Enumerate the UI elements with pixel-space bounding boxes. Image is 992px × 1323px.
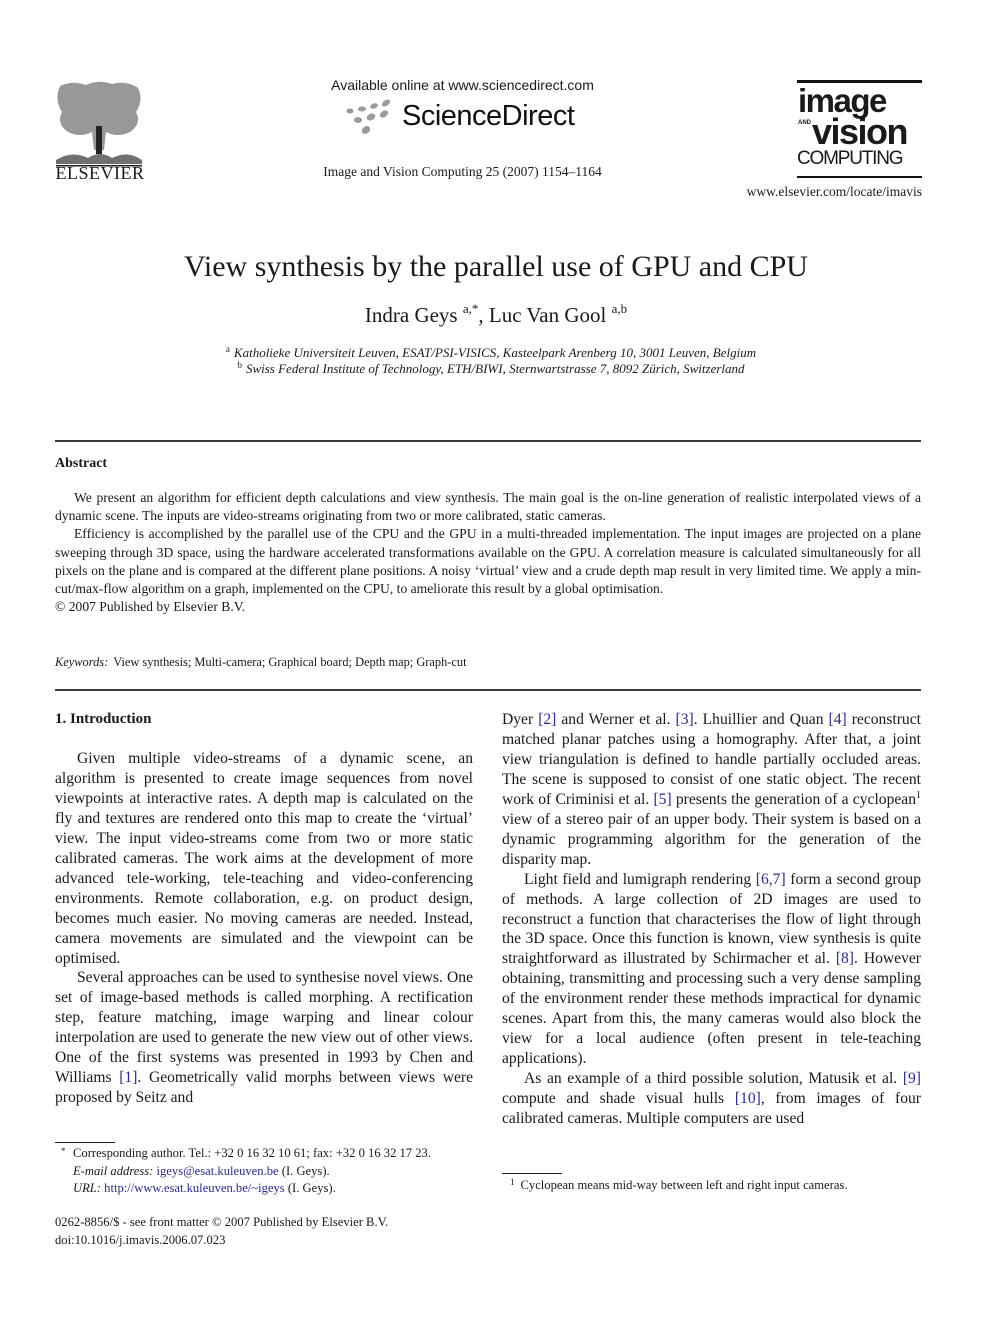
left-column: Given multiple video-streams of a dynami… bbox=[55, 749, 473, 1108]
author-name: Luc Van Gool bbox=[488, 303, 607, 327]
author-separator: , bbox=[478, 303, 489, 327]
abstract-paragraph: Efficiency is accomplished by the parall… bbox=[55, 526, 921, 597]
footnote-line: URL: http://www.esat.kuleuven.be/~igeys … bbox=[55, 1180, 485, 1198]
email-suffix: (I. Geys). bbox=[278, 1163, 330, 1178]
author-list: Indra Geys a,*, Luc Van Gool a,b bbox=[0, 301, 992, 328]
url-suffix: (I. Geys). bbox=[284, 1181, 336, 1195]
keywords-label: Keywords: bbox=[55, 655, 109, 669]
body-paragraph: Several approaches can be used to synthe… bbox=[55, 968, 473, 1108]
sciencedirect-wordmark: ScienceDirect bbox=[402, 100, 575, 132]
author-affiliation-marks[interactable]: a,* bbox=[463, 301, 479, 316]
email-link[interactable]: igeys@esat.kuleuven.be bbox=[157, 1164, 279, 1178]
body-text: and Werner et al. bbox=[556, 711, 676, 728]
footnote-text: Cyclopean means mid-way between left and… bbox=[520, 1178, 848, 1192]
body-text: Light field and lumigraph rendering bbox=[524, 870, 756, 888]
citation-link[interactable]: [3] bbox=[676, 711, 694, 728]
front-matter: 0262-8856/$ - see front matter © 2007 Pu… bbox=[55, 1214, 388, 1249]
body-text: view of a stereo pair of an upper body. … bbox=[502, 810, 921, 868]
keywords-list: View synthesis; Multi-camera; Graphical … bbox=[113, 655, 467, 669]
divider bbox=[55, 689, 921, 691]
available-online-text: Available online at www.sciencedirect.co… bbox=[331, 77, 594, 93]
footnote-line: * Corresponding author. Tel.: +32 0 16 32… bbox=[55, 1145, 485, 1163]
affiliation-mark: a bbox=[225, 344, 230, 354]
footnote-mark-link[interactable]: 1 bbox=[916, 790, 921, 801]
body-paragraph: As an example of a third possible soluti… bbox=[502, 1069, 921, 1129]
section-heading: 1. Introduction bbox=[55, 711, 152, 727]
affiliation: b Swiss Federal Institute of Technology, … bbox=[0, 361, 982, 377]
journal-reference: Image and Vision Computing 25 (2007) 115… bbox=[323, 164, 602, 179]
citation-link[interactable]: [6,7] bbox=[756, 871, 786, 888]
body-paragraph: Given multiple video-streams of a dynami… bbox=[55, 750, 473, 967]
citation-link[interactable]: [5] bbox=[653, 791, 671, 808]
footnote-text: Corresponding author. Tel.: +32 0 16 32 … bbox=[73, 1146, 431, 1160]
footnote-mark: * bbox=[61, 1146, 66, 1156]
affiliation: a Katholieke Universiteit Leuven, ESAT/PS… bbox=[0, 345, 982, 361]
body-text: presents the generation of a cyclopean bbox=[671, 790, 917, 808]
keywords: Keywords: View synthesis; Multi-camera; G… bbox=[55, 655, 467, 670]
abstract-body: We present an algorithm for efficient de… bbox=[55, 489, 921, 616]
elsevier-tree-icon bbox=[52, 80, 146, 168]
author-name: Indra Geys bbox=[364, 303, 458, 327]
footnote-line: E-mail address: igeys@esat.kuleuven.be (… bbox=[55, 1163, 485, 1181]
citation-link[interactable]: [9] bbox=[903, 1070, 921, 1087]
citation-link[interactable]: [2] bbox=[538, 711, 556, 728]
footnote-mark: 1 bbox=[510, 1177, 515, 1187]
corresponding-author-footnote: * Corresponding author. Tel.: +32 0 16 32… bbox=[55, 1145, 485, 1198]
logo-word-vision: vision bbox=[812, 111, 909, 152]
body-paragraph: Dyer [2] and Werner et al. [3]. Lhuillie… bbox=[502, 710, 921, 870]
sciencedirect-logo: ScienceDirect bbox=[344, 98, 584, 142]
elsevier-wordmark: ELSEVIER bbox=[55, 163, 145, 183]
body-paragraph: Light field and lumigraph rendering [6,7… bbox=[502, 870, 921, 1070]
author-affiliation-marks[interactable]: a,b bbox=[612, 301, 628, 316]
abstract-heading: Abstract bbox=[55, 456, 108, 471]
citation-link[interactable]: [8] bbox=[836, 950, 854, 967]
body-text: . Lhuillier and Quan bbox=[693, 711, 829, 728]
homepage-link[interactable]: http://www.esat.kuleuven.be/~igeys bbox=[104, 1181, 285, 1195]
citation-link[interactable]: [10] bbox=[735, 1090, 761, 1107]
url-label: URL: bbox=[73, 1181, 101, 1195]
body-text: As an example of a third possible soluti… bbox=[524, 1070, 903, 1088]
affiliation-mark: b bbox=[237, 360, 242, 370]
affiliation-text: Katholieke Universiteit Leuven, ESAT/PSI… bbox=[233, 345, 757, 360]
sciencedirect-dots-icon bbox=[346, 99, 391, 134]
citation-link[interactable]: [4] bbox=[829, 711, 847, 728]
affiliation-text: Swiss Federal Institute of Technology, E… bbox=[245, 361, 745, 376]
abstract-copyright: © 2007 Published by Elsevier B.V. bbox=[55, 599, 246, 615]
footnote-divider bbox=[502, 1173, 562, 1174]
body-text: Dyer bbox=[502, 711, 539, 728]
footnote: 1 Cyclopean means mid-way between left an… bbox=[502, 1178, 932, 1193]
doi-line[interactable]: doi:10.1016/j.imavis.2006.07.023 bbox=[55, 1232, 388, 1250]
body-text: . However obtaining, transmitting and pr… bbox=[502, 950, 921, 1068]
divider bbox=[55, 440, 921, 442]
journal-logo: image AND vision COMPUTING bbox=[780, 80, 922, 182]
body-text: compute and shade visual hulls bbox=[502, 1090, 735, 1108]
logo-bottom-rule bbox=[797, 176, 922, 178]
journal-url[interactable]: www.elsevier.com/locate/imavis bbox=[720, 184, 922, 200]
issn-line: 0262-8856/$ - see front matter © 2007 Pu… bbox=[55, 1215, 389, 1229]
right-column: Dyer [2] and Werner et al. [3]. Lhuillie… bbox=[502, 710, 921, 1129]
citation-link[interactable]: [1] bbox=[119, 1069, 137, 1086]
logo-word-computing: COMPUTING bbox=[797, 148, 904, 169]
abstract-paragraph: We present an algorithm for efficient de… bbox=[55, 490, 921, 524]
elsevier-tree-logo bbox=[52, 80, 146, 168]
email-label: E-mail address: bbox=[73, 1163, 154, 1178]
article-title: View synthesis by the parallel use of GP… bbox=[184, 250, 808, 283]
